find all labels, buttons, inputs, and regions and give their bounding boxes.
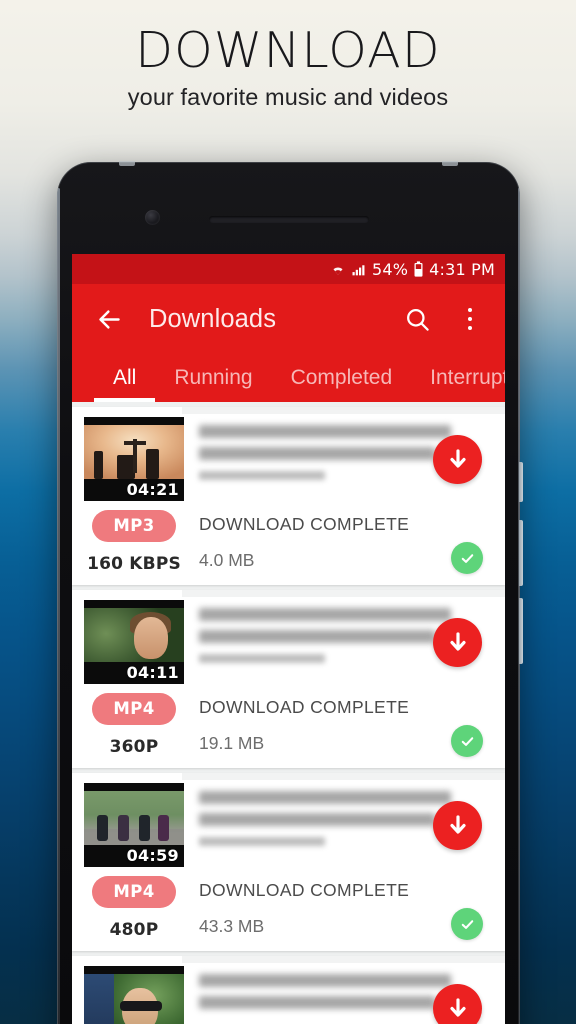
quality-label: 480P: [109, 920, 159, 940]
video-channel-line: [199, 654, 325, 663]
video-title-line-2: [199, 447, 435, 460]
video-title-line-1: [199, 974, 451, 987]
duration-label: 04:59: [126, 846, 179, 865]
battery-icon: [414, 261, 423, 277]
download-row-bottom: MP4 360P DOWNLOAD COMPLETE 19.1 MB: [72, 684, 505, 757]
download-button[interactable]: [433, 984, 482, 1024]
duration-label: 04:11: [126, 663, 179, 682]
list-item[interactable]: 04:59 MP4 480P DOWNLOAD COMPLETE 43.3 MB: [72, 773, 505, 951]
check-circle-icon: [451, 908, 483, 940]
phone-antenna-right: [442, 161, 458, 166]
check-circle-icon: [451, 542, 483, 574]
download-arrow-icon: [449, 997, 466, 1017]
download-button[interactable]: [433, 435, 482, 484]
status-label: DOWNLOAD COMPLETE: [199, 514, 410, 534]
download-row-top: 04:21: [72, 417, 505, 501]
check-glyph: [461, 736, 473, 746]
earpiece-speaker-icon: [209, 216, 369, 223]
format-badge: MP4: [92, 876, 176, 908]
promo-subtitle: your favorite music and videos: [127, 83, 449, 110]
battery-percent-label: 54%: [371, 259, 409, 279]
status-bar: 54% 4:31 PM: [72, 254, 505, 284]
download-arrow-icon: [449, 448, 466, 468]
page-title: Downloads: [149, 304, 277, 333]
download-button[interactable]: [433, 801, 482, 850]
video-title-line-2: [199, 813, 435, 826]
duration-label: 04:21: [126, 480, 179, 499]
phone-mockup: 54% 4:31 PM Downloads All Running Comple…: [57, 161, 523, 1024]
check-circle-icon: [451, 725, 483, 757]
status-label: DOWNLOAD COMPLETE: [199, 880, 410, 900]
quality-label: 360P: [109, 737, 159, 757]
video-title-line-1: [199, 608, 451, 621]
check-glyph: [461, 553, 473, 563]
phone-screen: 54% 4:31 PM Downloads All Running Comple…: [72, 254, 505, 1024]
video-thumbnail[interactable]: [84, 966, 184, 1024]
tab-running[interactable]: Running: [155, 354, 271, 402]
phone-body: 54% 4:31 PM Downloads All Running Comple…: [57, 162, 520, 1024]
tab-completed[interactable]: Completed: [272, 354, 412, 402]
front-camera-icon: [145, 210, 160, 225]
video-title-line-1: [199, 791, 451, 804]
format-column: MP3 160 KBPS: [84, 510, 184, 574]
download-row-top: [72, 966, 505, 1024]
download-row-top: 04:11: [72, 600, 505, 684]
promo-header: DOWNLOAD your favorite music and videos: [0, 0, 576, 111]
promo-screenshot: DOWNLOAD your favorite music and videos: [0, 0, 576, 1024]
list-item[interactable]: 04:21 MP3 160 KBPS DOWNLOAD COMPLETE 4.0…: [72, 407, 505, 585]
download-button[interactable]: [433, 618, 482, 667]
signal-bars-icon: [352, 264, 365, 275]
phone-antenna-left: [119, 161, 135, 166]
tab-bar: All Running Completed Interrupted: [72, 354, 505, 402]
video-title-line-2: [199, 630, 435, 643]
list-item[interactable]: 04:11 MP4 360P DOWNLOAD COMPLETE 19.1 MB: [72, 590, 505, 768]
more-vertical-icon[interactable]: [457, 304, 483, 334]
downloads-list[interactable]: 04:21 MP3 160 KBPS DOWNLOAD COMPLETE 4.0…: [72, 402, 505, 1024]
promo-title: DOWNLOAD: [135, 22, 441, 79]
quality-label: 160 KBPS: [87, 554, 181, 574]
format-column: MP4 480P: [84, 876, 184, 940]
phone-power-button[interactable]: [519, 462, 523, 502]
format-column: MP4 360P: [84, 693, 184, 757]
download-arrow-icon: [449, 631, 466, 651]
search-icon[interactable]: [404, 306, 431, 333]
format-badge: MP3: [92, 510, 176, 542]
video-thumbnail[interactable]: 04:21: [84, 417, 184, 501]
status-label: DOWNLOAD COMPLETE: [199, 697, 410, 717]
thumbnail-art: [84, 966, 184, 1024]
video-thumbnail[interactable]: 04:59: [84, 783, 184, 867]
check-glyph: [461, 919, 473, 929]
video-channel-line: [199, 837, 325, 846]
format-badge: MP4: [92, 693, 176, 725]
tab-interrupted[interactable]: Interrupted: [411, 354, 505, 402]
video-title-line-1: [199, 425, 451, 438]
download-arrow-icon: [449, 814, 466, 834]
phone-volume-down-button[interactable]: [519, 598, 523, 664]
list-item[interactable]: [72, 956, 505, 1024]
download-row-bottom: MP3 160 KBPS DOWNLOAD COMPLETE 4.0 MB: [72, 501, 505, 574]
download-row-bottom: MP4 480P DOWNLOAD COMPLETE 43.3 MB: [72, 867, 505, 940]
video-channel-line: [199, 471, 325, 480]
video-title-line-2: [199, 996, 435, 1009]
clock-label: 4:31 PM: [429, 259, 495, 279]
wifi-icon: [333, 267, 343, 275]
back-arrow-icon[interactable]: [96, 306, 123, 333]
download-row-top: 04:59: [72, 783, 505, 867]
phone-left-highlight: [57, 188, 60, 1024]
tab-all[interactable]: All: [94, 354, 156, 402]
video-thumbnail[interactable]: 04:11: [84, 600, 184, 684]
phone-volume-up-button[interactable]: [519, 520, 523, 586]
app-toolbar: Downloads: [72, 284, 505, 354]
